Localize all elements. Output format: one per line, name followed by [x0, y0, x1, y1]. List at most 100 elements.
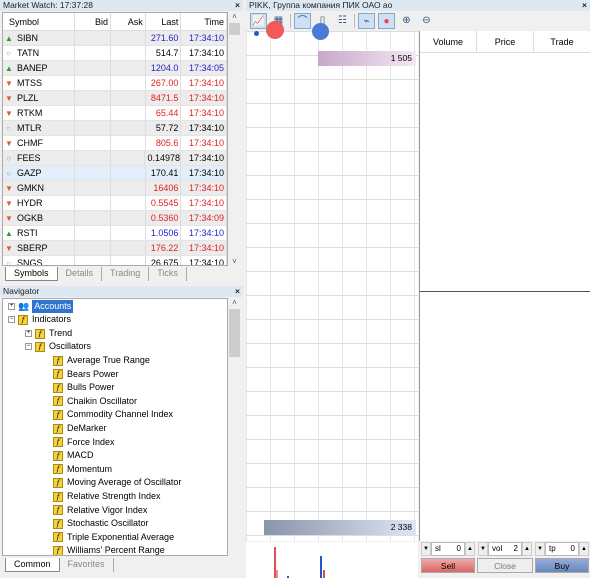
scrollbar[interactable]: ˄ ˅: [228, 12, 241, 266]
ask-volume-bar: 1 505: [318, 51, 416, 66]
tree-item-indicator[interactable]: f Bears Power: [53, 368, 119, 381]
column-header-bid[interactable]: Bid: [75, 13, 112, 30]
time: 17:34:10: [181, 196, 227, 210]
tab-trading[interactable]: Trading: [102, 267, 150, 281]
ask: [111, 196, 146, 210]
symbol: TATN: [17, 47, 40, 58]
close-icon[interactable]: ×: [235, 286, 240, 297]
chart-icon[interactable]: 📈: [250, 13, 267, 29]
increase-icon[interactable]: ▲: [465, 542, 475, 556]
table-row[interactable]: ▼ HYDR 0.5545 17:34:10: [3, 196, 227, 211]
ask: [111, 91, 146, 105]
table-row[interactable]: ▲ SIBN 271.60 17:34:10: [3, 31, 227, 46]
last: 0.14978: [147, 151, 182, 165]
tree-item-indicator[interactable]: f Williams' Percent Range: [53, 544, 165, 555]
table-row[interactable]: ▼ GMKN 16406 17:34:10: [3, 181, 227, 196]
tree-item-indicator[interactable]: f Average True Range: [53, 354, 150, 367]
close-icon[interactable]: ×: [582, 0, 587, 11]
vol-stepper[interactable]: ▼ vol 2 ▲: [478, 542, 532, 556]
expand-icon[interactable]: +: [25, 330, 32, 337]
table-row[interactable]: ○ TATN 514.7 17:34:10: [3, 46, 227, 61]
sl-stepper[interactable]: ▼ sl 0 ▲: [421, 542, 475, 556]
table-row[interactable]: ○ SNGS 26.675 17:34:10: [3, 256, 227, 265]
time: 17:34:10: [181, 121, 227, 135]
tree-item-indicator[interactable]: f Chaikin Oscillator: [53, 395, 137, 408]
tree-item-indicator[interactable]: f Triple Exponential Average: [53, 531, 174, 544]
tree-item-indicator[interactable]: f Commodity Channel Index: [53, 408, 173, 421]
tree-item-oscillators[interactable]: − f Oscillators: [25, 340, 91, 353]
tree-item-indicator[interactable]: f Stochastic Oscillator: [53, 517, 149, 530]
tree-item-indicator[interactable]: f Bulls Power: [53, 381, 115, 394]
symbol: CHMF: [17, 137, 43, 148]
tab-details[interactable]: Details: [58, 267, 103, 281]
scroll-thumb[interactable]: [229, 23, 240, 35]
tab-symbols[interactable]: Symbols: [5, 267, 58, 281]
buy-bubble: [312, 23, 329, 40]
tree-label: Trend: [49, 328, 73, 338]
collapse-icon[interactable]: −: [8, 316, 15, 323]
increase-icon[interactable]: ▲: [522, 542, 532, 556]
list-icon[interactable]: ☷: [334, 13, 351, 29]
table-row[interactable]: ▼ MTSS 267.00 17:34:10: [3, 76, 227, 91]
table-row[interactable]: ▼ SBERP 176.22 17:34:10: [3, 241, 227, 256]
ask: [111, 241, 146, 255]
table-row[interactable]: ▼ PLZL 8471.5 17:34:10: [3, 91, 227, 106]
scroll-up-icon[interactable]: ˄: [228, 298, 241, 307]
tab-favorites[interactable]: Favorites: [60, 558, 114, 572]
increase-icon[interactable]: ▲: [579, 542, 589, 556]
sell-button[interactable]: Sell: [421, 558, 475, 573]
tree-item-indicator[interactable]: f Moving Average of Oscillator: [53, 476, 181, 489]
table-row[interactable]: ▲ RSTI 1.0506 17:34:10: [3, 226, 227, 241]
close-icon[interactable]: ×: [235, 0, 240, 11]
expand-icon[interactable]: +: [8, 303, 15, 310]
tree-item-indicator[interactable]: f Relative Strength Index: [53, 490, 161, 503]
sl-value[interactable]: 0: [457, 543, 461, 555]
decrease-icon[interactable]: ▼: [478, 542, 488, 556]
table-row[interactable]: ▲ BANEP 1204.0 17:34:05: [3, 61, 227, 76]
tree-item-indicator[interactable]: f Relative Vigor Index: [53, 504, 147, 517]
symbol: OGKB: [17, 212, 44, 223]
column-header-time[interactable]: Time: [181, 13, 227, 30]
bid: [75, 166, 112, 180]
table-row[interactable]: ▼ CHMF 805.6 17:34:10: [3, 136, 227, 151]
bid-volume: 2 338: [390, 522, 412, 532]
scrollbar[interactable]: ˄: [228, 298, 241, 556]
table-row[interactable]: ○ FEES 0.14978 17:34:10: [3, 151, 227, 166]
tree-item-indicator[interactable]: f MACD: [53, 449, 94, 462]
bubbles-icon[interactable]: ●: [378, 13, 395, 29]
tp-stepper[interactable]: ▼ tp 0 ▲: [535, 542, 589, 556]
tick-chart[interactable]: 1 505 2 338: [246, 21, 418, 541]
tree-item-indicators[interactable]: − f Indicators: [8, 313, 71, 326]
ticks-icon[interactable]: ⌁: [358, 13, 375, 29]
zoom-in-icon[interactable]: ⊕: [398, 13, 415, 29]
table-row[interactable]: ○ MTLR 57.72 17:34:10: [3, 121, 227, 136]
buy-button[interactable]: Buy: [535, 558, 589, 573]
table-row[interactable]: ▼ RTKM 65.44 17:34:10: [3, 106, 227, 121]
tree-item-indicator[interactable]: f Force Index: [53, 436, 115, 449]
tab-common[interactable]: Common: [5, 558, 60, 572]
spread-divider: [420, 291, 590, 292]
table-row[interactable]: ○ GAZP 170.41 17:34:10: [3, 166, 227, 181]
column-header-last[interactable]: Last: [146, 13, 182, 30]
scroll-up-icon[interactable]: ˄: [228, 12, 241, 21]
tree-item-accounts[interactable]: + 👥 Accounts: [8, 300, 74, 313]
tab-ticks[interactable]: Ticks: [149, 267, 187, 281]
column-header-symbol[interactable]: Symbol: [3, 13, 76, 30]
decrease-icon[interactable]: ▼: [535, 542, 545, 556]
decrease-icon[interactable]: ▼: [421, 542, 431, 556]
tree-item-indicator[interactable]: f Momentum: [53, 463, 112, 476]
collapse-icon[interactable]: −: [25, 343, 32, 350]
tp-value[interactable]: 0: [571, 543, 575, 555]
magnet-icon[interactable]: ⌒: [294, 13, 311, 29]
table-row[interactable]: ▼ OGKB 0.5360 17:34:09: [3, 211, 227, 226]
tree-item-trend[interactable]: + f Trend: [25, 327, 72, 340]
vol-value[interactable]: 2: [514, 543, 518, 555]
zoom-out-icon[interactable]: ⊖: [418, 13, 435, 29]
neutral-icon: ○: [6, 123, 11, 133]
scroll-thumb[interactable]: [229, 309, 240, 357]
close-position-button[interactable]: Close: [477, 558, 533, 573]
column-header-ask[interactable]: Ask: [111, 13, 146, 30]
scroll-down-icon[interactable]: ˅: [228, 257, 241, 266]
time: 17:34:10: [181, 91, 227, 105]
tree-item-indicator[interactable]: f DeMarker: [53, 422, 107, 435]
